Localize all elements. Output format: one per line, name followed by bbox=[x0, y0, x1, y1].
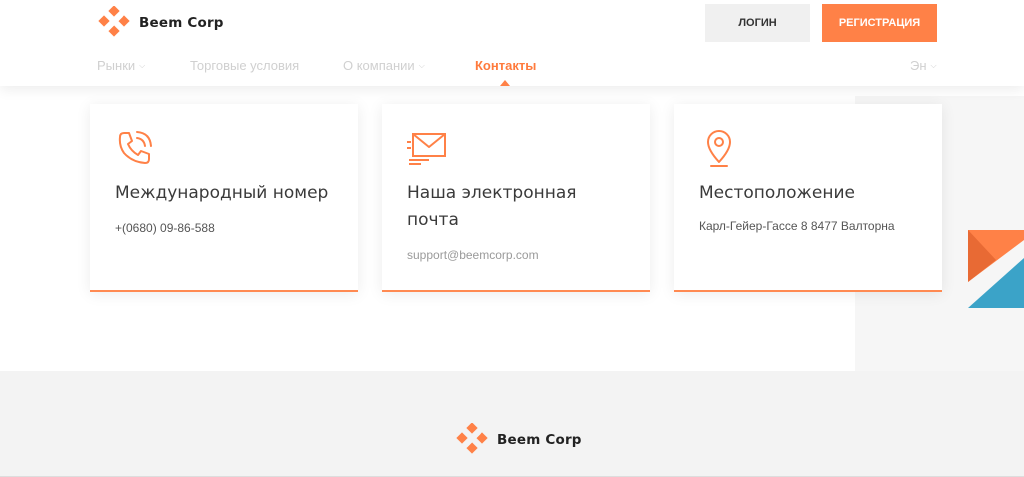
page: Beem Corp логин регистрация Рынки ⌵ Торг… bbox=[0, 0, 1024, 477]
nav-item-markets[interactable]: Рынки ⌵ bbox=[97, 58, 145, 73]
nav-item-about[interactable]: О компании ⌵ bbox=[343, 58, 425, 73]
beem-logo-icon bbox=[456, 423, 488, 454]
phone-icon bbox=[118, 131, 152, 164]
phone-number[interactable]: +(0680) 09-86-588 bbox=[115, 221, 333, 235]
address-text: Карл-Гейер-Гассе 8 8477 Валторна bbox=[699, 219, 895, 233]
footer-logo[interactable]: Beem Corp bbox=[455, 423, 582, 457]
mail-icon bbox=[407, 133, 446, 165]
footer-brand-name: Beem Corp bbox=[497, 432, 582, 448]
header: Beem Corp логин регистрация Рынки ⌵ Торг… bbox=[0, 0, 1024, 86]
register-button[interactable]: регистрация bbox=[822, 4, 937, 42]
login-button[interactable]: логин bbox=[705, 4, 810, 42]
nav-item-trading-conditions[interactable]: Торговые условия bbox=[190, 58, 299, 73]
card-title: Наша электронная почта bbox=[407, 183, 577, 230]
card-title: Международный номер bbox=[115, 183, 329, 203]
card-title: Местоположение bbox=[699, 183, 855, 203]
nav-item-contacts[interactable]: Контакты bbox=[475, 58, 536, 73]
contact-card-location: Местоположение Карл-Гейер-Гассе 8 8477 В… bbox=[674, 104, 942, 292]
header-logo[interactable]: Beem Corp bbox=[97, 6, 224, 40]
beem-logo-icon bbox=[98, 6, 130, 37]
active-nav-indicator bbox=[500, 80, 510, 86]
contact-card-phone: Международный номер +(0680) 09-86-588 bbox=[90, 104, 358, 292]
nav-item-label: Торговые условия bbox=[190, 58, 300, 73]
chevron-down-icon: ⌵ bbox=[930, 60, 937, 70]
language-label: Эн bbox=[910, 58, 927, 73]
language-selector[interactable]: Эн ⌵ bbox=[910, 58, 937, 73]
chevron-down-icon: ⌵ bbox=[139, 60, 146, 70]
location-pin-icon bbox=[707, 130, 731, 167]
footer: Beem Corp bbox=[0, 371, 1024, 477]
contact-card-email: Наша электронная почта support@beemcorp.… bbox=[382, 104, 650, 292]
nav-item-label: О компании bbox=[343, 58, 415, 73]
nav-item-label: Контакты bbox=[475, 58, 537, 73]
header-brand-name: Beem Corp bbox=[139, 15, 224, 31]
decorative-shape-icon bbox=[968, 230, 1024, 308]
nav-item-label: Рынки bbox=[97, 58, 136, 73]
main-nav: Рынки ⌵ Торговые условия О компании ⌵ Ко… bbox=[0, 58, 1024, 78]
chevron-down-icon: ⌵ bbox=[418, 60, 425, 70]
email-address[interactable]: support@beemcorp.com bbox=[407, 248, 625, 262]
